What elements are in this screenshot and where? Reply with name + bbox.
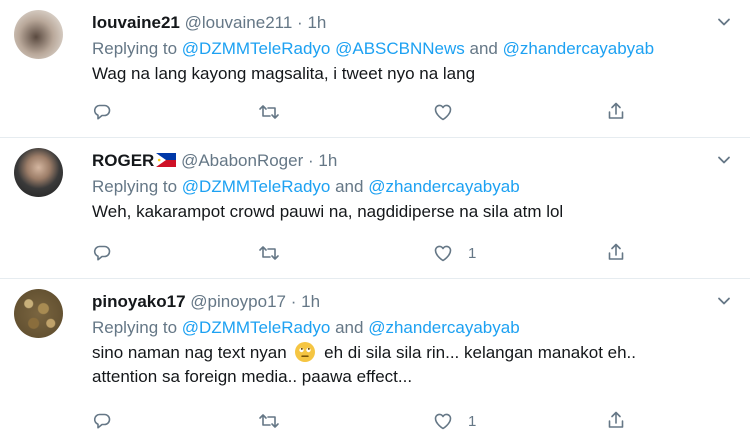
tweet[interactable]: pinoyako17 @pinoypo17 · 1h Replying to @… xyxy=(0,279,750,444)
tweet-text-line: Weh, kakarampot crowd pauwi na, nagdidip… xyxy=(92,202,564,221)
mention-link[interactable]: @DZMMTeleRadyo xyxy=(182,177,331,196)
display-name[interactable]: louvaine21 xyxy=(92,13,180,32)
like-button[interactable] xyxy=(432,102,468,122)
mention-link[interactable]: @zhandercayabyab xyxy=(503,39,654,58)
replying-to-label: Replying to xyxy=(92,177,182,196)
tweet-text-line: eh di sila sila rin... kelangan manakot … xyxy=(324,343,636,362)
tweet-text-line: sino naman nag text nyan xyxy=(92,343,287,362)
retweet-icon xyxy=(258,102,280,122)
reply-button[interactable] xyxy=(92,102,112,122)
replying-to-label: Replying to xyxy=(92,39,182,58)
mention-link[interactable]: @DZMMTeleRadyo xyxy=(182,318,331,337)
separator-dot: · xyxy=(297,13,303,32)
tweet[interactable]: ROGER @AbabonRoger · 1h Replying to @DZM… xyxy=(0,138,750,279)
retweet-button[interactable] xyxy=(258,243,280,263)
tweet-text: sino naman nag text nyan eh di sila sila… xyxy=(92,341,730,389)
tweet[interactable]: louvaine21 @louvaine211 · 1h Replying to… xyxy=(0,0,750,138)
replying-to: Replying to @DZMMTeleRadyo and @zhanderc… xyxy=(92,176,730,198)
replying-to: Replying to @DZMMTeleRadyo and @zhanderc… xyxy=(92,317,730,339)
share-icon xyxy=(606,242,626,262)
like-icon xyxy=(432,243,454,263)
tweet-header: ROGER @AbabonRoger · 1h xyxy=(92,150,730,172)
user-handle[interactable]: @louvaine211 xyxy=(185,13,293,32)
replying-to-label: Replying to xyxy=(92,318,182,337)
avatar[interactable] xyxy=(14,289,63,338)
reply-button[interactable] xyxy=(92,411,112,431)
retweet-icon xyxy=(258,411,280,431)
and-label: and xyxy=(469,39,498,58)
reply-icon xyxy=(92,102,112,122)
tweet-text: Weh, kakarampot crowd pauwi na, nagdidip… xyxy=(92,200,730,224)
and-label: and xyxy=(335,318,364,337)
like-count: 1 xyxy=(468,244,477,262)
like-icon xyxy=(432,102,454,122)
avatar[interactable] xyxy=(14,10,63,59)
reply-icon xyxy=(92,411,112,431)
timestamp[interactable]: 1h xyxy=(307,13,326,32)
like-icon xyxy=(432,411,454,431)
display-name[interactable]: pinoyako17 xyxy=(92,292,186,311)
avatar[interactable] xyxy=(14,148,63,197)
mention-link[interactable]: @zhandercayabyab xyxy=(368,177,519,196)
timestamp[interactable]: 1h xyxy=(301,292,320,311)
like-button[interactable]: 1 xyxy=(432,411,476,431)
chevron-down-icon[interactable] xyxy=(716,152,732,168)
timestamp[interactable]: 1h xyxy=(318,151,337,170)
like-button[interactable]: 1 xyxy=(432,243,476,263)
reply-icon xyxy=(92,243,112,263)
tweet-header: pinoyako17 @pinoypo17 · 1h xyxy=(92,291,730,313)
mention-link[interactable]: @zhandercayabyab xyxy=(368,318,519,337)
display-name[interactable]: ROGER xyxy=(92,151,154,170)
share-button[interactable] xyxy=(606,101,626,121)
retweet-icon xyxy=(258,243,280,263)
mention-link[interactable]: @ABSCBNNews xyxy=(335,39,465,58)
tweet-header: louvaine21 @louvaine211 · 1h xyxy=(92,12,730,34)
retweet-button[interactable] xyxy=(258,411,280,431)
separator-dot: · xyxy=(307,151,314,170)
share-button[interactable] xyxy=(606,410,626,430)
separator-dot: · xyxy=(290,292,297,311)
eye-roll-emoji-icon xyxy=(295,342,316,362)
share-icon xyxy=(606,410,626,430)
user-handle[interactable]: @pinoypo17 xyxy=(190,292,286,311)
tweet-text-line: attention sa foreign media.. paawa effec… xyxy=(92,367,413,386)
like-count: 1 xyxy=(468,412,477,430)
tweet-text: Wag na lang kayong magsalita, i tweet ny… xyxy=(92,62,730,86)
chevron-down-icon[interactable] xyxy=(716,293,732,309)
mention-link[interactable]: @DZMMTeleRadyo xyxy=(182,39,331,58)
user-handle[interactable]: @AbabonRoger xyxy=(181,151,303,170)
retweet-button[interactable] xyxy=(258,102,280,122)
and-label: and xyxy=(335,177,364,196)
share-icon xyxy=(606,101,626,121)
chevron-down-icon[interactable] xyxy=(716,14,732,30)
tweet-text-line: Wag na lang kayong magsalita, i tweet ny… xyxy=(92,64,476,83)
reply-button[interactable] xyxy=(92,243,112,263)
philippine-flag-icon xyxy=(156,153,177,167)
replying-to: Replying to @DZMMTeleRadyo @ABSCBNNews a… xyxy=(92,38,730,60)
share-button[interactable] xyxy=(606,242,626,262)
